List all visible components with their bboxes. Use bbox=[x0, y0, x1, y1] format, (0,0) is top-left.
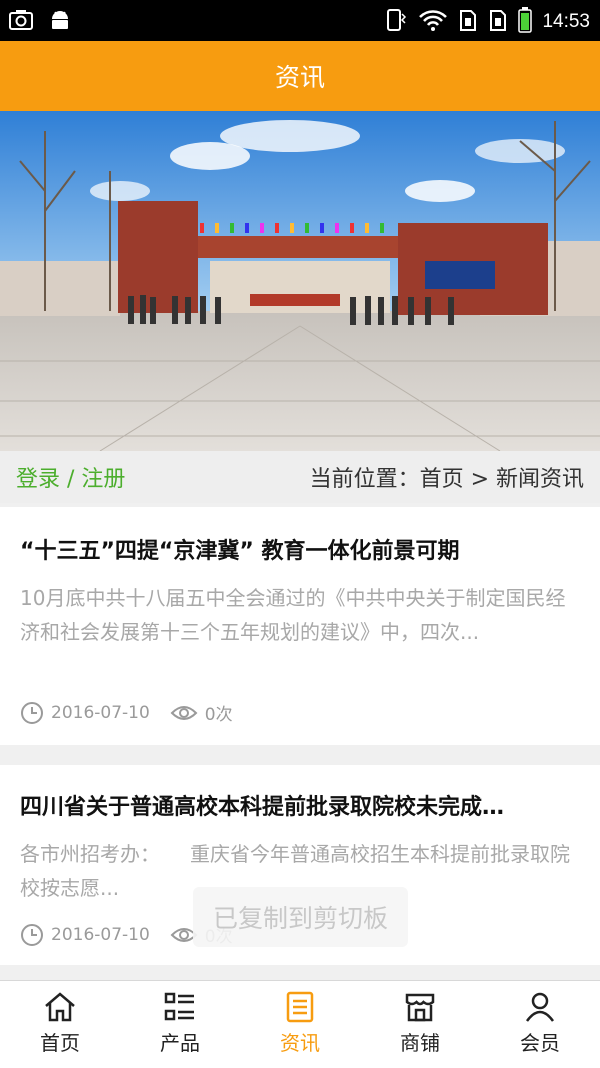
page-title: 资讯 bbox=[274, 63, 325, 92]
eye-icon bbox=[170, 705, 198, 720]
date-meta: 2016-07-10 bbox=[20, 701, 150, 725]
article-views: 0次 bbox=[204, 705, 233, 725]
clock-icon bbox=[21, 923, 43, 946]
app-bar: 资讯 bbox=[0, 41, 600, 111]
nav-label-products: 产品 bbox=[160, 1031, 200, 1055]
bottom-nav: 首页 产品 资讯 商铺 会员 bbox=[0, 980, 600, 1068]
date-meta: 2016-07-10 bbox=[20, 923, 150, 947]
nav-label-home: 首页 bbox=[40, 1031, 80, 1055]
sim1-icon bbox=[458, 8, 478, 36]
nav-label-member: 会员 bbox=[520, 1031, 560, 1055]
banner-image[interactable] bbox=[0, 111, 600, 451]
status-bar: 14:53 bbox=[0, 0, 600, 41]
nav-label-news: 资讯 bbox=[280, 1031, 320, 1055]
battery-icon bbox=[518, 7, 533, 37]
nav-item-products[interactable]: 产品 bbox=[120, 981, 240, 1068]
breadcrumb: 当前位置：首页 > 新闻资讯 bbox=[309, 467, 584, 492]
phone-vibrate-icon bbox=[384, 8, 408, 36]
clock-icon bbox=[21, 701, 43, 724]
news-icon bbox=[286, 991, 314, 1023]
nav-item-member[interactable]: 会员 bbox=[480, 981, 600, 1068]
store-icon bbox=[405, 993, 435, 1022]
sim2-icon bbox=[488, 8, 508, 36]
article-date: 2016-07-10 bbox=[51, 702, 150, 723]
nav-item-store[interactable]: 商铺 bbox=[360, 981, 480, 1068]
nav-label-store: 商铺 bbox=[400, 1031, 440, 1055]
nav-item-news[interactable]: 资讯 bbox=[240, 981, 360, 1068]
toast-message: 已复制到剪切板 bbox=[193, 887, 408, 947]
login-register-link[interactable]: 登录 / 注册 bbox=[16, 461, 125, 493]
user-icon bbox=[525, 992, 555, 1022]
screenshot-icon bbox=[8, 8, 34, 36]
article-title[interactable]: “十三五”四提“京津冀” 教育一体化前景可期 bbox=[20, 533, 580, 565]
article-date: 2016-07-10 bbox=[51, 924, 150, 945]
android-icon bbox=[48, 8, 72, 36]
views-meta: 0次 bbox=[170, 700, 233, 725]
article-title[interactable]: 四川省关于普通高校本科提前批录取院校未完成… bbox=[20, 789, 580, 821]
breadcrumb-bar: 登录 / 注册 当前位置：首页 > 新闻资讯 bbox=[0, 451, 600, 503]
nav-item-home[interactable]: 首页 bbox=[0, 981, 120, 1068]
clock: 14:53 bbox=[542, 11, 590, 32]
article-summary: 10月底中共十八届五中全会通过的《中共中央关于制定国民经济和社会发展第十三个五年… bbox=[20, 586, 566, 644]
article-meta: 2016-07-10 0次 bbox=[20, 700, 253, 725]
home-icon bbox=[45, 992, 75, 1022]
grid-list-icon bbox=[164, 992, 194, 1021]
article-card[interactable]: “十三五”四提“京津冀” 教育一体化前景可期 10月底中共十八届五中全会通过的《… bbox=[0, 507, 600, 745]
wifi-icon bbox=[418, 8, 448, 36]
